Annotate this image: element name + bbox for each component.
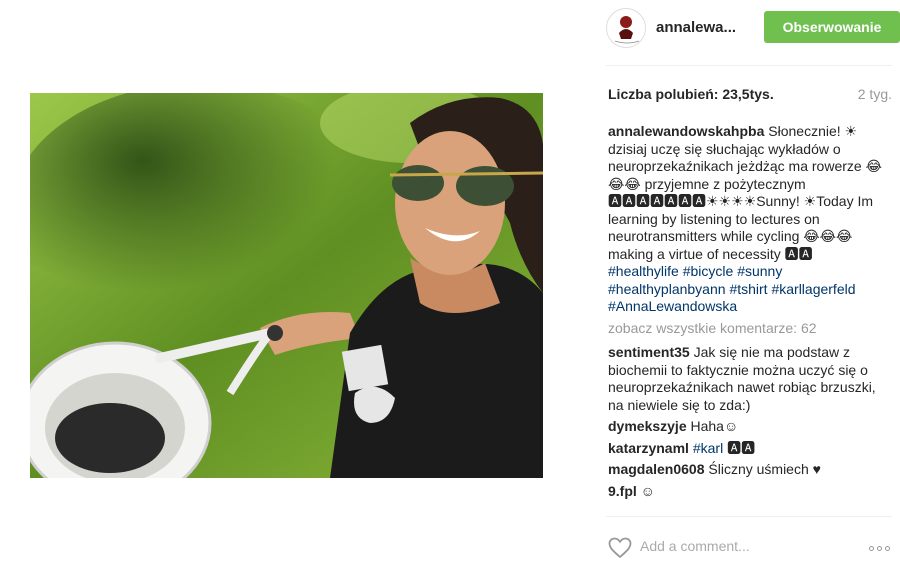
comment-text: 🅰🅰	[727, 439, 756, 456]
comment-text: Haha☺	[690, 418, 739, 434]
caption-text: Słonecznie! ☀dzisiaj uczę się słuchając …	[608, 123, 882, 262]
comments-list: annalewandowskahpba Słonecznie! ☀dzisiaj…	[608, 123, 884, 515]
dot	[885, 546, 890, 551]
caption: annalewandowskahpba Słonecznie! ☀dzisiaj…	[608, 123, 884, 316]
comment-text: Śliczny uśmiech ♥	[708, 461, 821, 477]
comment: dymekszyje Haha☺	[608, 418, 884, 436]
hashtag-link[interactable]: #sunny	[737, 263, 782, 279]
comment-username[interactable]: dymekszyje	[608, 418, 687, 434]
avatar-logo-icon	[608, 10, 645, 47]
comment: 9.fpl ☺	[608, 483, 884, 501]
hashtag-link[interactable]: #tshirt	[729, 281, 767, 297]
comments-divider	[606, 516, 892, 517]
comment-username[interactable]: sentiment35	[608, 344, 690, 360]
view-all-comments-link[interactable]: zobacz wszystkie komentarze: 62	[608, 320, 884, 338]
comment: magdalen0608 Śliczny uśmiech ♥	[608, 461, 884, 479]
username-link[interactable]: annalewa...	[656, 19, 736, 36]
selfie-bicycle-image	[30, 93, 543, 478]
more-options-icon[interactable]	[869, 546, 890, 551]
hashtag-link[interactable]: #healthylife	[608, 263, 679, 279]
header-divider	[606, 65, 892, 66]
comment-username[interactable]: 9.fpl	[608, 483, 637, 499]
hashtag-link[interactable]: #AnnaLewandowska	[608, 298, 737, 314]
hashtag-link[interactable]: #karllagerfeld	[771, 281, 855, 297]
post-actions	[606, 534, 892, 564]
avatar[interactable]	[606, 8, 646, 48]
post-time[interactable]: 2 tyg.	[858, 86, 892, 102]
hashtag-link[interactable]: #bicycle	[683, 263, 734, 279]
heart-icon[interactable]	[608, 537, 632, 564]
likes-row: Liczba polubień: 23,5tys. 2 tyg.	[608, 86, 892, 106]
hashtag-link[interactable]: #healthyplanbyann	[608, 281, 726, 297]
comment: katarzynaml #karl 🅰🅰	[608, 440, 884, 458]
comment-text: ☺	[640, 482, 655, 499]
post-photo[interactable]	[30, 93, 543, 478]
hashtag-link[interactable]: #karl	[693, 440, 723, 456]
dot	[877, 546, 882, 551]
caption-username[interactable]: annalewandowskahpba	[608, 123, 764, 139]
like-count[interactable]: Liczba polubień: 23,5tys.	[608, 86, 774, 102]
post-side-panel: annalewa... Obserwowanie Liczba polubień…	[598, 0, 900, 570]
comment-username[interactable]: katarzynaml	[608, 440, 689, 456]
follow-button[interactable]: Obserwowanie	[764, 11, 900, 43]
post-header: annalewa... Obserwowanie	[606, 8, 900, 48]
comment-username[interactable]: magdalen0608	[608, 461, 705, 477]
comment: sentiment35 Jak się nie ma podstaw z bio…	[608, 344, 884, 414]
add-comment-input[interactable]	[640, 538, 840, 554]
dot	[869, 546, 874, 551]
